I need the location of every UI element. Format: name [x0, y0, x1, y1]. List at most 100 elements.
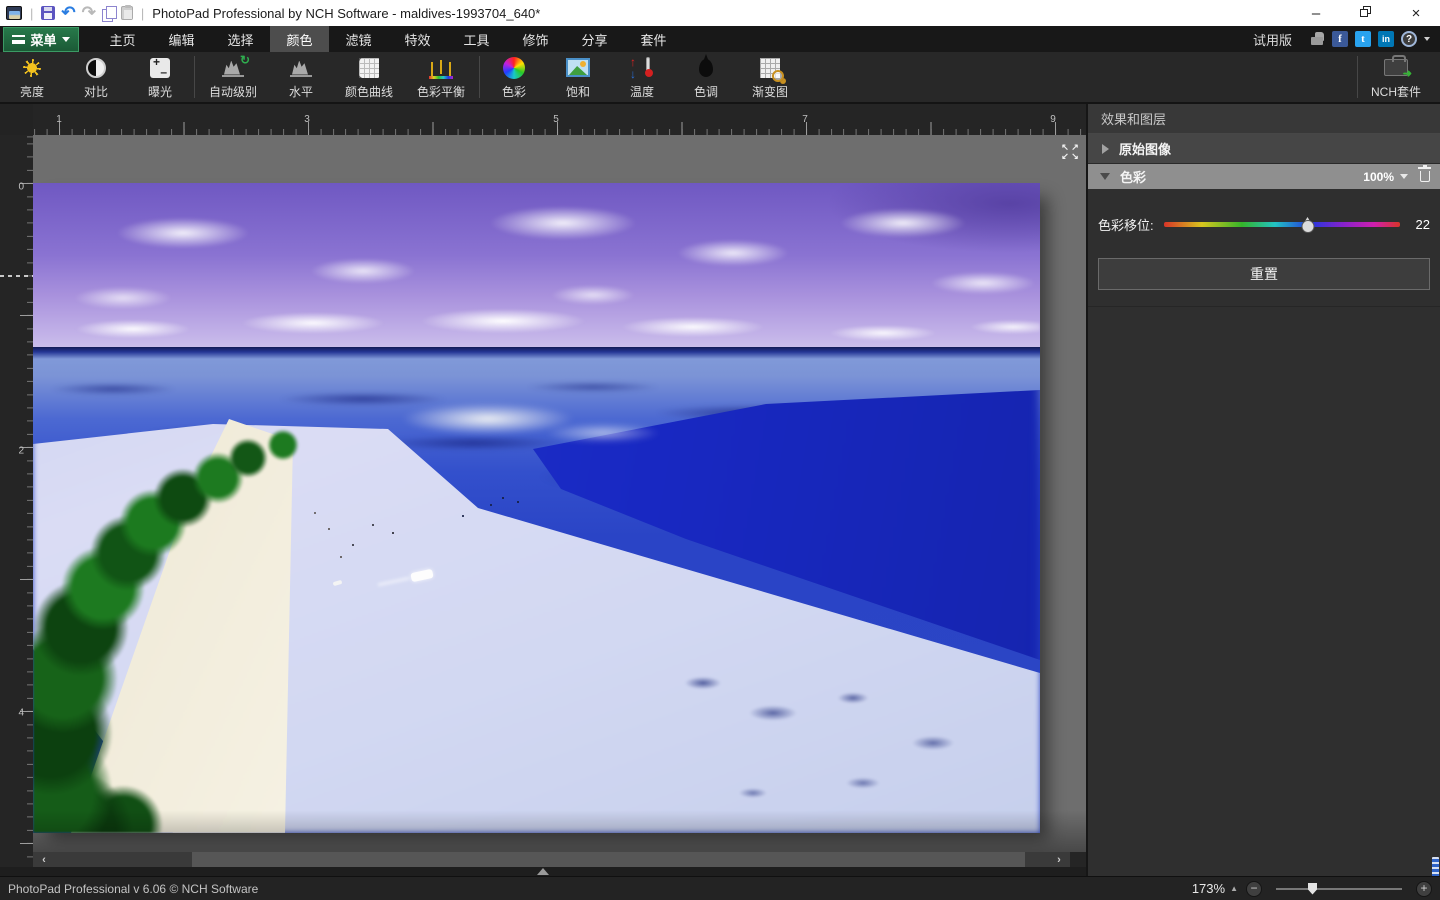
ruler-mark: 3	[304, 114, 310, 125]
tool-gradient-map[interactable]: 渐变图	[738, 55, 802, 100]
saturation-photo-icon	[566, 58, 590, 77]
tool-auto-levels[interactable]: 自动级别	[197, 53, 269, 100]
zoom-in-button[interactable]: +	[1416, 880, 1432, 897]
tool-levels[interactable]: 水平	[269, 55, 333, 100]
scroll-left-arrow[interactable]: ‹	[33, 852, 55, 867]
ruler-mark: 1	[56, 114, 62, 125]
zoom-slider[interactable]	[1276, 882, 1402, 895]
toolbar-separator	[194, 56, 195, 98]
tool-hue[interactable]: 色彩	[482, 55, 546, 100]
photo-people-boats	[33, 183, 1040, 833]
horizontal-ruler: 1 3 5 7 9	[33, 108, 1086, 135]
help-icon[interactable]: ?	[1401, 31, 1417, 47]
restore-button[interactable]	[1356, 5, 1376, 22]
facebook-icon[interactable]: f	[1332, 31, 1348, 47]
twitter-icon[interactable]: t	[1355, 31, 1371, 47]
hue-shift-slider[interactable]	[1163, 217, 1400, 233]
tool-color-curves[interactable]: 颜色曲线	[333, 55, 405, 100]
ruler-mark: 4	[18, 707, 24, 719]
scrollbar-thumb[interactable]	[192, 852, 1025, 867]
zoom-out-button[interactable]: −	[1246, 880, 1262, 897]
chevron-down-icon	[61, 37, 70, 42]
thumbs-up-icon[interactable]	[1309, 32, 1325, 46]
chevron-down-icon[interactable]	[1400, 174, 1408, 179]
scroll-right-arrow[interactable]: ›	[1048, 852, 1070, 867]
linkedin-icon[interactable]: in	[1378, 31, 1394, 47]
zoom-caret-icon[interactable]: ▲	[1230, 884, 1238, 893]
paste-icon[interactable]	[120, 5, 133, 20]
tab-home[interactable]: 主页	[93, 26, 152, 52]
tab-edit[interactable]: 编辑	[152, 26, 211, 52]
tool-exposure[interactable]: 曝光	[128, 55, 192, 100]
tab-effects[interactable]: 特效	[388, 26, 447, 52]
collapse-up-icon[interactable]	[537, 868, 549, 875]
photopad-window: | ↶ ↷ | PhotoPad Professional by NCH Sof…	[0, 0, 1440, 900]
color-effect-section[interactable]: 色彩 100%	[1088, 164, 1440, 189]
titlebar: | ↶ ↷ | PhotoPad Professional by NCH Sof…	[0, 0, 1440, 26]
statusbar: PhotoPad Professional v 6.06 © NCH Softw…	[0, 876, 1440, 900]
copy-icon[interactable]	[101, 6, 117, 22]
color-wheel-icon	[503, 56, 525, 79]
toolbar-separator	[1357, 56, 1358, 98]
opacity-value[interactable]: 100%	[1363, 170, 1394, 184]
tab-select[interactable]: 选择	[211, 26, 270, 52]
tool-tint[interactable]: 色调	[674, 53, 738, 100]
tool-temperature[interactable]: 温度	[610, 55, 674, 100]
image-viewport[interactable]: ↖ ↗ ↙ ↘	[33, 135, 1086, 852]
minimize-button[interactable]: –	[1306, 5, 1326, 22]
menu-button[interactable]: 菜单	[3, 27, 79, 52]
tint-droplet-icon	[699, 53, 713, 77]
tool-brightness[interactable]: 亮度	[0, 55, 64, 100]
exposure-icon	[150, 55, 170, 79]
slider-handle[interactable]	[1301, 217, 1315, 233]
tab-retouch[interactable]: 修饰	[506, 26, 565, 52]
horizontal-scrollbar[interactable]: ‹ ›	[33, 852, 1070, 867]
titlebar-separator: |	[140, 5, 145, 21]
ruler-mark: 2	[18, 445, 24, 457]
auto-levels-icon	[222, 53, 250, 77]
tab-filter[interactable]: 滤镜	[329, 26, 388, 52]
close-button[interactable]: ×	[1406, 5, 1426, 22]
menu-button-label: 菜单	[30, 33, 57, 48]
color-curves-icon	[359, 57, 379, 78]
undo-icon[interactable]: ↶	[61, 4, 75, 21]
chevron-right-icon	[1102, 143, 1109, 154]
tab-color[interactable]: 颜色	[270, 26, 329, 52]
menubar: 菜单 主页 编辑 选择 颜色 滤镜 特效 工具 修饰 分享 套件 试用版 f t…	[0, 26, 1440, 52]
trial-version-label: 试用版	[1252, 32, 1292, 48]
zoom-slider-handle[interactable]	[1308, 882, 1317, 895]
ruler-mark: 9	[1050, 114, 1056, 125]
ruler-mark: 5	[553, 114, 559, 125]
tab-suite[interactable]: 套件	[624, 26, 683, 52]
hue-shift-label: 色彩移位:	[1098, 218, 1154, 233]
tool-nch-suite[interactable]: NCH套件	[1360, 55, 1432, 100]
effects-layers-panel: 效果和图层 原始图像 色彩 100% 色彩移位: 22 重置	[1086, 104, 1440, 883]
photo-canvas-image	[33, 183, 1040, 833]
tab-share[interactable]: 分享	[565, 26, 624, 52]
reset-button[interactable]: 重置	[1098, 258, 1430, 290]
save-icon[interactable]	[41, 6, 56, 20]
vertical-ruler: 0 2 4	[0, 135, 33, 868]
canvas-area: 1 3 5 7 9 0 2 4 ↖ ↗ ↙ ↘ ‹ ›	[0, 104, 1086, 876]
nch-toolbox-icon	[1384, 55, 1412, 80]
original-image-section[interactable]: 原始图像	[1088, 134, 1440, 164]
titlebar-separator: |	[30, 5, 34, 21]
tool-saturation[interactable]: 饱和	[546, 55, 610, 100]
thermometer-icon	[630, 55, 654, 81]
chevron-down-icon[interactable]	[1424, 37, 1430, 41]
chevron-down-icon	[1100, 173, 1110, 180]
contrast-circle-icon	[86, 57, 106, 78]
tool-color-balance[interactable]: 色彩平衡	[405, 55, 477, 100]
hue-shift-value: 22	[1415, 217, 1430, 232]
app-version-text: PhotoPad Professional v 6.06 © NCH Softw…	[8, 881, 259, 896]
delete-effect-icon[interactable]	[1418, 165, 1431, 182]
ruler-mark: 0	[18, 181, 24, 193]
zoom-level-value[interactable]: 173%	[1192, 881, 1225, 896]
color-toolbar: 亮度 对比 曝光 自动级别 水平 颜色曲线 色彩平衡 色彩	[0, 52, 1440, 104]
tool-contrast[interactable]: 对比	[64, 55, 128, 100]
scrollbar-track[interactable]	[55, 852, 1048, 867]
tab-tools[interactable]: 工具	[447, 26, 506, 52]
app-icon	[6, 6, 22, 20]
redo-icon[interactable]: ↷	[82, 4, 96, 21]
fullscreen-expand-icon[interactable]: ↖ ↗ ↙ ↘	[1060, 143, 1080, 161]
